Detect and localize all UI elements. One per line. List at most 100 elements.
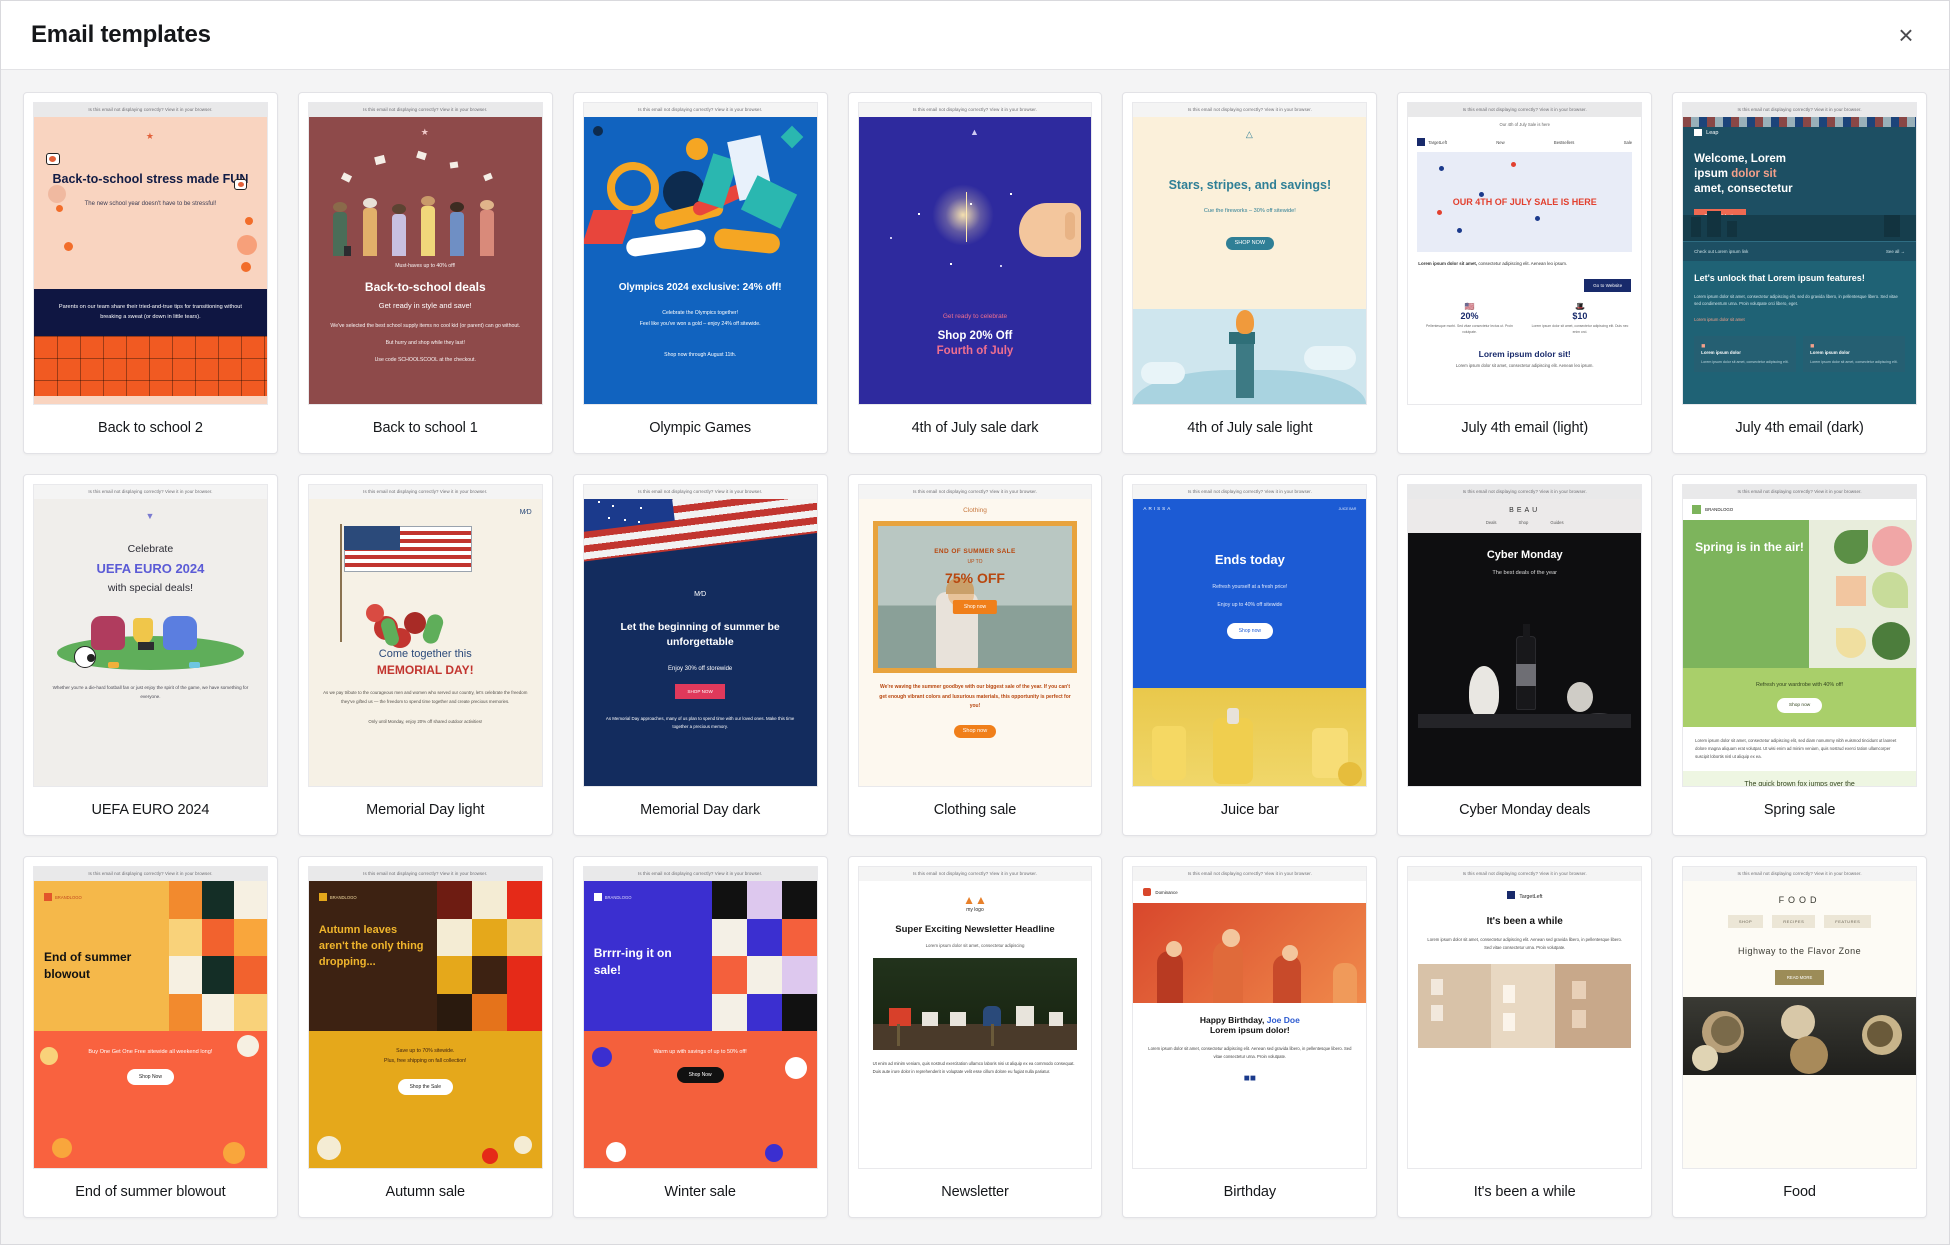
template-card-memorial-day-light[interactable]: Is this email not displaying correctly? …: [297, 474, 553, 836]
read-more-button[interactable]: READ MORE: [1774, 970, 1825, 986]
template-body: As Memorial Day approaches, many of us p…: [605, 715, 795, 729]
template-card-end-of-summer[interactable]: Is this email not displaying correctly? …: [23, 856, 278, 1218]
template-card-autumn-sale[interactable]: Is this email not displaying correctly? …: [297, 856, 553, 1218]
template-card-winter-sale[interactable]: Is this email not displaying correctly? …: [572, 856, 828, 1218]
brand-logo: BRANDLOGO: [1683, 499, 1916, 521]
logo-icon: [1506, 891, 1515, 900]
nav-item-sale[interactable]: Sale: [1624, 140, 1632, 145]
template-card-birthday[interactable]: Is this email not displaying correctly? …: [1122, 856, 1378, 1218]
hero-banner: OUR 4TH OF JULY SALE IS HERE: [1417, 152, 1633, 253]
template-card-4th-of-july-dark[interactable]: Is this email not displaying correctly? …: [847, 92, 1103, 454]
hero-image: END OF SUMMER SALE UP TO 75% OFF Shop no…: [872, 521, 1078, 674]
stat-1-value: 20%: [1460, 310, 1479, 321]
preheader-text: Is this email not displaying correctly? …: [1408, 867, 1642, 882]
template-card-newsletter[interactable]: Is this email not displaying correctly? …: [847, 856, 1103, 1218]
template-card-its-been-a-while[interactable]: Is this email not displaying correctly? …: [1397, 856, 1653, 1218]
section-body: Lorem ipsum dolor sit amet, consectetur …: [1694, 293, 1898, 307]
template-card-clothing-sale[interactable]: Is this email not displaying correctly? …: [847, 474, 1103, 836]
olympics-illustration: [583, 117, 817, 268]
template-name: 4th of July sale dark: [911, 420, 1039, 436]
nav-item-bestsellers[interactable]: Bestsellers: [1554, 140, 1574, 145]
monogram-logo: M⁄D: [519, 509, 532, 517]
template-card-back-to-school-1[interactable]: Is this email not displaying correctly? …: [297, 92, 553, 454]
template-name: July 4th email (dark): [1735, 420, 1864, 436]
template-name: Back to school 2: [98, 420, 203, 436]
strip-text: Check out Lorem ipsum link: [1694, 249, 1749, 255]
template-card-cyber-monday[interactable]: Is this email not displaying correctly? …: [1397, 474, 1653, 836]
template-body-2: Only until Monday, enjoy 20% off shared …: [368, 718, 483, 724]
preheader-text: Is this email not displaying correctly? …: [1683, 867, 1916, 882]
template-name: Olympic Games: [649, 420, 752, 436]
shop-now-button[interactable]: SHOP NOW: [1225, 237, 1275, 250]
nav-item-recipes[interactable]: RECIPES: [1772, 915, 1816, 929]
preheader-text: Is this email not displaying correctly? …: [1133, 485, 1367, 500]
template-name: End of summer blowout: [75, 1184, 226, 1200]
hat-icon: 🎩: [1574, 301, 1585, 311]
template-card-juice-bar[interactable]: Is this email not displaying correctly? …: [1122, 474, 1378, 836]
hero-illustration: Spring is in the air!: [1683, 520, 1916, 669]
nav-item-shop[interactable]: Shop: [1519, 520, 1529, 525]
flag-icon: 🇺🇸: [1464, 301, 1475, 311]
template-card-uefa-euro-2024[interactable]: Is this email not displaying correctly? …: [23, 474, 278, 836]
strip-link[interactable]: See all →: [1886, 249, 1905, 254]
template-headline: Brrrr-ing it on sale!: [593, 946, 672, 977]
shop-now-button[interactable]: Shop Now: [676, 1067, 724, 1084]
go-to-website-button[interactable]: Go to Website: [1584, 278, 1632, 292]
monogram-logo: M⁄D: [694, 591, 707, 599]
shop-now-button[interactable]: Shop Now: [126, 1069, 174, 1086]
headline-line-1: Happy Birthday,: [1199, 1015, 1267, 1026]
badge-line-3: 75% OFF: [945, 570, 1005, 587]
thumbnail: Is this email not displaying correctly? …: [849, 857, 1102, 1169]
topbar-text: Our 4th of July Sale is here: [1408, 117, 1642, 133]
template-card-july-4th-dark[interactable]: Is this email not displaying correctly? …: [1672, 92, 1927, 454]
headline-line-1: Celebrate: [127, 543, 174, 556]
template-card-spring-sale[interactable]: Is this email not displaying correctly? …: [1672, 474, 1927, 836]
page-title: Email templates: [31, 21, 211, 48]
template-body: We're waving the summer goodbye with our…: [879, 684, 1071, 710]
shop-the-sale-button[interactable]: Shop the Sale: [397, 1078, 453, 1095]
close-icon[interactable]: ×: [1889, 18, 1923, 52]
template-headline: Back-to-school stress made FUN: [52, 172, 249, 187]
shop-now-button-2[interactable]: Shop now: [953, 725, 997, 738]
template-body: Lorem ipsum dolor sit amet, consectetur …: [1427, 937, 1623, 951]
preheader-text: Is this email not displaying correctly? …: [1408, 485, 1642, 500]
shop-now-button[interactable]: Shop now: [1776, 698, 1823, 714]
geometric-pattern: [711, 881, 817, 1032]
nav-item-features[interactable]: FEATURES: [1824, 915, 1872, 929]
shop-now-button[interactable]: Shop now: [952, 600, 998, 615]
template-name: It's been a while: [1473, 1184, 1576, 1200]
thumbnail: Is this email not displaying correctly? …: [24, 93, 277, 405]
shop-now-button[interactable]: Shop now: [1226, 623, 1273, 640]
nav-item-guides[interactable]: Guides: [1550, 520, 1563, 525]
template-card-july-4th-light[interactable]: Is this email not displaying correctly? …: [1397, 92, 1653, 454]
product-photo: [1133, 688, 1367, 786]
thumbnail: Is this email not displaying correctly? …: [24, 475, 277, 787]
template-name: Autumn sale: [385, 1184, 466, 1200]
thumbnail: Is this email not displaying correctly? …: [1398, 475, 1651, 787]
template-card-olympic-games[interactable]: Is this email not displaying correctly? …: [572, 92, 828, 454]
template-card-food[interactable]: Is this email not displaying correctly? …: [1672, 856, 1927, 1218]
templates-scroll-area[interactable]: Is this email not displaying correctly? …: [1, 70, 1949, 1244]
logo-icon: ▲▲: [963, 893, 987, 908]
template-card-4th-of-july-light[interactable]: Is this email not displaying correctly? …: [1122, 92, 1378, 454]
feature-card-2: ■ Lorem ipsum dolor Lorem ipsum dolor si…: [1803, 335, 1906, 372]
badge-line-1: END OF SUMMER SALE: [934, 548, 1016, 556]
template-card-back-to-school-2[interactable]: Is this email not displaying correctly? …: [23, 92, 278, 454]
nav-item-deals[interactable]: Deals: [1486, 520, 1497, 525]
footer-body: Lorem ipsum dolor sit amet, consectetur …: [1455, 363, 1594, 369]
brand-logo: Dominance: [1133, 881, 1367, 904]
template-name: UEFA EURO 2024: [91, 802, 210, 818]
footer-headline: Lorem ipsum dolor sit!: [1478, 349, 1571, 360]
flag-illustration: [583, 499, 817, 580]
nav-item-shop[interactable]: SHOP: [1727, 915, 1764, 929]
preheader-text: Is this email not displaying correctly? …: [1408, 103, 1642, 118]
template-card-memorial-day-dark[interactable]: Is this email not displaying correctly? …: [572, 474, 828, 836]
template-name: July 4th email (light): [1461, 420, 1589, 436]
headline-line-2: ipsum: [1694, 168, 1732, 181]
brand-logo: FOOD: [1778, 895, 1821, 906]
nav-item-new[interactable]: New: [1496, 140, 1504, 145]
template-headline: Back-to-school deals: [364, 279, 486, 294]
template-name: Spring sale: [1763, 802, 1836, 818]
template-body-3: Use code SCHOOLSCOOL at the checkout.: [374, 357, 476, 364]
shop-now-button[interactable]: SHOP NOW: [675, 683, 725, 699]
